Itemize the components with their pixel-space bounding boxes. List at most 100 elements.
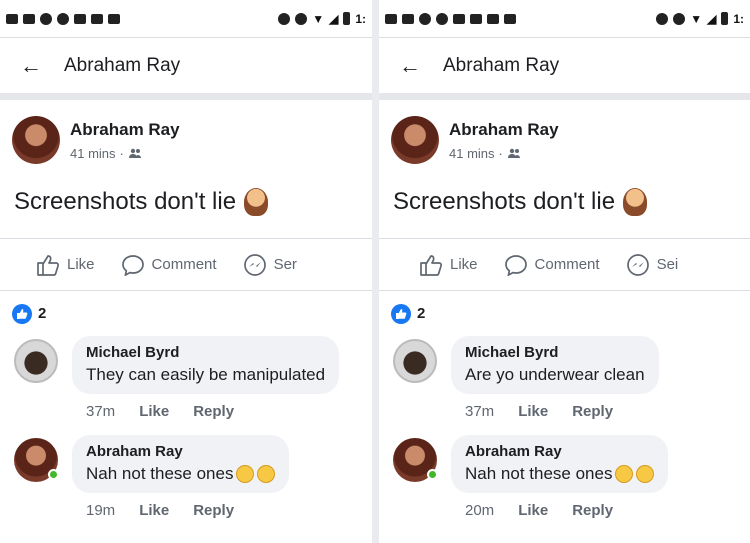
comment-actions: 19m Like Reply (72, 493, 289, 519)
comment-time: 19m (86, 502, 116, 519)
wifi-icon: ▼ (312, 11, 325, 26)
battery-icon (343, 12, 351, 25)
page-title: Abraham Ray (443, 54, 560, 76)
comment-button[interactable]: Comment (121, 254, 217, 276)
post-time[interactable]: 41 mins (70, 146, 116, 161)
facepalm-emoji-icon (623, 188, 648, 216)
back-arrow-icon[interactable]: ← (20, 54, 42, 77)
signal-icon: ◢ (707, 11, 717, 26)
post-text: Screenshots don't lie (379, 164, 750, 222)
video-icon (91, 13, 103, 24)
share-label: Ser (273, 256, 297, 273)
comment-reply-button[interactable]: Reply (193, 502, 234, 519)
comment-label: Comment (151, 256, 217, 273)
post-author[interactable]: Abraham Ray (70, 120, 180, 140)
mail-icon (385, 13, 397, 24)
reactions-summary[interactable]: 2 (0, 290, 372, 336)
video-icon (470, 13, 482, 24)
like-reaction-icon (12, 303, 32, 324)
share-label: Sei (656, 256, 679, 273)
reaction-count: 2 (417, 305, 426, 322)
friends-icon (128, 148, 141, 158)
comment: Abraham Ray Nah not these ones 19m Like … (0, 435, 372, 519)
comment-reply-button[interactable]: Reply (193, 403, 234, 420)
comment: Abraham Ray Nah not these ones 20m Like … (379, 435, 750, 519)
post-actions: Like Comment Ser (0, 238, 372, 290)
comment-icon (121, 254, 144, 276)
comment-body: Nah not these ones (465, 464, 613, 483)
laughing-emoji-icon (615, 465, 634, 483)
avatar[interactable] (391, 116, 439, 164)
avatar[interactable] (14, 438, 59, 482)
comment-author[interactable]: Abraham Ray (86, 443, 275, 460)
comment-author[interactable]: Michael Byrd (86, 344, 325, 361)
screenshot-collage: ▼ ◢ 1: ← Abraham Ray Abraham Ray 41 mins… (0, 0, 750, 543)
comment-bubble[interactable]: Michael Byrd Are yo underwear clean (451, 336, 659, 394)
avatar[interactable] (393, 339, 437, 383)
post-header: Abraham Ray 41 mins · (379, 100, 750, 164)
separator-dot: · (119, 145, 124, 161)
system-icons: ▼ ◢ 1: (278, 12, 366, 26)
comment-actions: 37m Like Reply (451, 394, 659, 420)
comment-time: 37m (465, 403, 495, 420)
post-author[interactable]: Abraham Ray (449, 120, 559, 140)
mail-icon (23, 13, 35, 24)
image-icon (453, 13, 465, 24)
left-screenshot: ▼ ◢ 1: ← Abraham Ray Abraham Ray 41 mins… (0, 0, 372, 543)
like-button[interactable]: Like (36, 254, 95, 276)
comment-actions: 37m Like Reply (72, 394, 339, 420)
mail-icon (402, 13, 414, 24)
comment-text: Nah not these ones (86, 464, 276, 484)
share-button[interactable]: Sei (626, 253, 679, 277)
comment-bubble[interactable]: Michael Byrd They can easily be manipula… (72, 336, 340, 394)
post-header: Abraham Ray 41 mins · (0, 100, 372, 164)
facebook-icon (108, 13, 120, 24)
comment-like-button[interactable]: Like (139, 403, 169, 420)
wifi-icon: ▼ (690, 11, 703, 26)
avatar[interactable] (12, 116, 60, 164)
comment-text: They can easily be manipulated (86, 365, 326, 384)
avatar[interactable] (14, 339, 58, 383)
reactions-summary[interactable]: 2 (379, 290, 750, 336)
comment-like-button[interactable]: Like (518, 403, 548, 420)
comment-body: Nah not these ones (86, 464, 234, 483)
comment-author[interactable]: Abraham Ray (465, 443, 654, 460)
comment-like-button[interactable]: Like (518, 502, 548, 519)
friends-icon (507, 148, 520, 158)
video-icon (74, 13, 86, 24)
clock: 1: (733, 11, 744, 26)
avatar[interactable] (393, 438, 438, 482)
comment-reply-button[interactable]: Reply (572, 403, 613, 420)
separator-dot: · (498, 145, 503, 161)
comment-button[interactable]: Comment (504, 254, 600, 276)
laughing-emoji-icon (236, 465, 255, 483)
xbox-icon (419, 12, 431, 25)
post-actions: Like Comment Sei (379, 238, 750, 290)
like-button[interactable]: Like (419, 254, 478, 276)
facebook-icon (504, 13, 516, 24)
notification-icons (6, 12, 120, 25)
clock: 1: (355, 11, 366, 26)
thumbs-up-icon (420, 254, 443, 276)
like-label: Like (450, 256, 478, 273)
xbox-icon (40, 12, 52, 25)
comment-time: 20m (465, 502, 495, 519)
facepalm-emoji-icon (244, 188, 269, 216)
signal-icon: ◢ (329, 11, 339, 26)
post-time[interactable]: 41 mins (449, 146, 495, 161)
right-screenshot: ▼ ◢ 1: ← Abraham Ray Abraham Ray 41 mins… (379, 0, 750, 543)
comment-like-button[interactable]: Like (139, 502, 169, 519)
comment-label: Comment (534, 256, 600, 273)
comment-reply-button[interactable]: Reply (572, 502, 613, 519)
comment-bubble[interactable]: Abraham Ray Nah not these ones (451, 435, 669, 493)
battery-icon (721, 12, 729, 25)
comment-bubble[interactable]: Abraham Ray Nah not these ones (72, 435, 290, 493)
comment-author[interactable]: Michael Byrd (465, 344, 645, 361)
messenger-icon (243, 253, 266, 276)
share-button[interactable]: Ser (243, 253, 297, 277)
notification-icons (385, 12, 516, 25)
back-arrow-icon[interactable]: ← (399, 54, 421, 77)
post-body: Screenshots don't lie (393, 188, 616, 215)
laughing-emoji-icon (636, 465, 655, 483)
app-bar: ← Abraham Ray (379, 38, 750, 100)
